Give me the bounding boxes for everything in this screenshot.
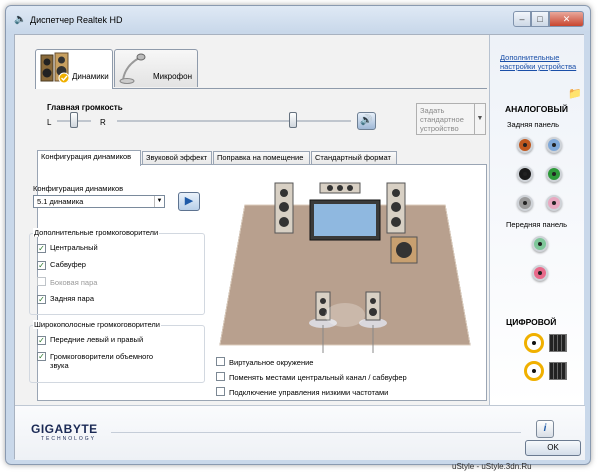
main-volume-slider[interactable] [117, 120, 351, 122]
watermark: uStyle - uStyle.3dn.Ru [452, 462, 532, 471]
side-pair-checkbox: Боковая пара [37, 277, 97, 287]
fullrange-speakers-title: Широкополосные громкоговорители [33, 320, 161, 329]
close-button[interactable]: ✕ [549, 11, 584, 27]
speaker-config-select[interactable]: 5.1 динамика ▼ [33, 195, 165, 208]
analog-title: АНАЛОГОВЫЙ [505, 104, 568, 114]
optional-speakers-title: Дополнительные громкоговорители [33, 228, 160, 237]
balance-slider-thumb[interactable] [70, 112, 78, 128]
front-lr-label: Передние левый и правый [50, 335, 144, 344]
chevron-down-icon: ▼ [154, 196, 164, 207]
window-title: Диспетчер Realtek HD [30, 15, 123, 25]
checkbox-checked-icon: ✓ [37, 295, 46, 304]
realtek-window: 🔈 Диспетчер Realtek HD – □ ✕ Динамики Ми… [5, 5, 591, 465]
checkbox-unchecked-icon [37, 277, 46, 286]
front-jack-green[interactable] [532, 236, 548, 252]
bottom-bar: GIGABYTE TECHNOLOGY i OK [15, 405, 585, 460]
tab-speakers[interactable]: Динамики [35, 49, 113, 89]
gigabyte-logo: GIGABYTE [31, 422, 98, 436]
advanced-settings-link[interactable]: Дополнительные настройки устройства [500, 53, 580, 71]
tab-speakers-label: Динамики [72, 72, 109, 81]
center-speaker-label: Центральный [50, 243, 98, 252]
coaxial-spdif-jack[interactable] [524, 333, 544, 353]
virtual-surround-label: Виртуальное окружение [229, 358, 314, 367]
tab-sound-effect[interactable]: Звуковой эффект [142, 151, 212, 165]
bass-management-label: Подключение управления низкими частотами [229, 388, 389, 397]
checkbox-unchecked-icon [216, 357, 225, 366]
subwoofer-checkbox[interactable]: ✓ Сабвуфер [37, 260, 86, 270]
bass-management-checkbox[interactable]: Подключение управления низкими частотами [216, 387, 388, 397]
speaker-config-label: Конфигурация динамиков [33, 184, 124, 193]
minimize-button[interactable]: – [513, 11, 531, 27]
surround-speakers-checkbox[interactable]: ✓ Громкоговорители объемного звука [37, 352, 170, 370]
rear-jack-gray[interactable] [517, 195, 533, 211]
main-volume-label: Главная громкость [47, 103, 123, 112]
center-speaker-checkbox[interactable]: ✓ Центральный [37, 243, 98, 253]
speaker-icon: 🔈 [14, 14, 27, 25]
tab-microphone[interactable]: Микрофон [114, 49, 198, 87]
checkbox-checked-icon: ✓ [37, 352, 46, 361]
swap-center-sub-label: Поменять местами центральный канал / саб… [229, 373, 407, 382]
rear-pair-checkbox[interactable]: ✓ Задняя пара [37, 294, 94, 304]
swap-center-sub-checkbox[interactable]: Поменять местами центральный канал / саб… [216, 372, 407, 382]
rear-panel-label: Задняя панель [507, 120, 560, 129]
checkbox-unchecked-icon [216, 372, 225, 381]
title-bar: 🔈 Диспетчер Realtek HD – □ ✕ [6, 6, 590, 32]
optical-spdif-jack[interactable] [549, 334, 567, 352]
coaxial-spdif-jack-2[interactable] [524, 361, 544, 381]
test-play-button[interactable]: ▶ [178, 192, 200, 211]
balance-right-label: R [100, 118, 106, 127]
virtual-surround-checkbox[interactable]: Виртуальное окружение [216, 357, 313, 367]
divider-line [111, 432, 521, 433]
speaker-room-diagram [219, 182, 471, 353]
surround-speakers-label: Громкоговорители объемного звука [50, 352, 154, 370]
volume-icon: 🔊 [360, 115, 373, 126]
chevron-down-icon: ▼ [474, 104, 485, 134]
rear-pair-label: Задняя пара [50, 294, 95, 303]
digital-title: ЦИФРОВОЙ [506, 317, 557, 327]
tab-microphone-label: Микрофон [153, 72, 192, 81]
tab-default-format[interactable]: Стандартный формат [311, 151, 397, 165]
tab-room-correction[interactable]: Поправка на помещение [213, 151, 310, 165]
main-volume-slider-thumb[interactable] [288, 112, 297, 128]
connector-panel: Дополнительные настройки устройства 📁 АН… [489, 35, 584, 405]
maximize-button[interactable]: □ [531, 11, 549, 27]
speaker-config-value: 5.1 динамика [37, 197, 84, 206]
info-button[interactable]: i [536, 420, 554, 438]
optical-spdif-jack-2[interactable] [549, 362, 567, 380]
front-panel-label: Передняя панель [506, 220, 568, 229]
rear-jack-orange[interactable] [517, 137, 533, 153]
gigabyte-logo-sub: TECHNOLOGY [41, 436, 97, 442]
side-pair-label: Боковая пара [50, 278, 98, 287]
checkbox-checked-icon: ✓ [37, 336, 46, 345]
mute-button[interactable]: 🔊 [357, 112, 376, 130]
folder-icon[interactable]: 📁 [568, 87, 582, 100]
rear-jack-blue[interactable] [546, 137, 562, 153]
checkbox-checked-icon: ✓ [37, 244, 46, 253]
info-icon: i [543, 423, 547, 434]
tab-speaker-config[interactable]: Конфигурация динамиков [37, 150, 141, 166]
checkbox-unchecked-icon [216, 387, 225, 396]
client-area: Динамики Микрофон Главная громкость L R … [14, 34, 585, 460]
speakers-icon [40, 52, 70, 84]
play-icon: ▶ [184, 195, 194, 207]
front-lr-checkbox[interactable]: ✓ Передние левый и правый [37, 335, 143, 345]
rear-jack-black[interactable] [517, 166, 533, 182]
front-jack-pink[interactable] [532, 265, 548, 281]
set-default-device-dropdown[interactable]: Задать стандартное устройство ▼ [416, 103, 486, 135]
balance-left-label: L [47, 118, 52, 127]
rear-jack-pink[interactable] [546, 195, 562, 211]
set-default-device-label: Задать стандартное устройство [420, 106, 464, 133]
microphone-icon [119, 53, 146, 84]
rear-jack-green[interactable] [546, 166, 562, 182]
main-area: Динамики Микрофон Главная громкость L R … [15, 35, 489, 405]
subwoofer-label: Сабвуфер [50, 260, 86, 269]
ok-button[interactable]: OK [525, 440, 581, 456]
checkbox-checked-icon: ✓ [37, 261, 46, 270]
